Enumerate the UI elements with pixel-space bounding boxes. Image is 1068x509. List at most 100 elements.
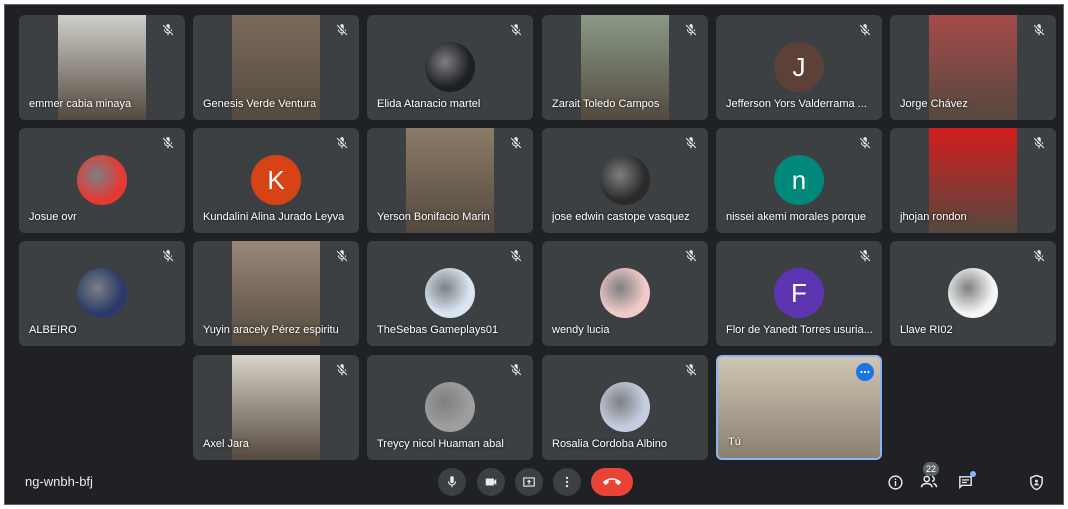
new-message-dot (970, 471, 976, 477)
mic-off-icon (684, 363, 698, 377)
participant-tile[interactable]: Yuyin aracely Pérez espiritu (193, 241, 359, 346)
more-options-icon[interactable] (856, 363, 874, 381)
profile-avatar (948, 268, 998, 318)
participant-tile[interactable]: Rosalia Cordoba Albino (542, 355, 708, 460)
participant-count-badge: 22 (923, 462, 939, 476)
participant-name: nissei akemi morales porque (726, 211, 867, 223)
participant-name: Treycy nicol Huaman abal (377, 438, 504, 450)
mic-off-icon (509, 363, 523, 377)
participant-tile[interactable]: Zarait Toledo Campos (542, 15, 708, 120)
mic-off-icon (684, 136, 698, 150)
end-call-button[interactable] (591, 468, 633, 496)
camera-icon (485, 478, 497, 486)
mic-off-icon (335, 136, 349, 150)
participant-tile[interactable]: Elida Atanacio martel (367, 15, 533, 120)
participant-tile[interactable]: K Kundalini Alina Jurado Leyva (193, 128, 359, 233)
mic-off-icon (335, 363, 349, 377)
participant-name: Axel Jara (203, 438, 249, 450)
meeting-details-button[interactable] (885, 472, 905, 492)
profile-avatar (600, 155, 650, 205)
participant-name: Llave RI02 (900, 324, 953, 336)
letter-avatar: n (774, 155, 824, 205)
end-call-icon (603, 478, 621, 485)
mic-off-icon (858, 23, 872, 37)
profile-avatar (77, 155, 127, 205)
mic-off-icon (509, 136, 523, 150)
participant-name: jose edwin castope vasquez (552, 211, 690, 223)
profile-avatar (425, 42, 475, 92)
avatar-letter: J (792, 51, 806, 82)
meet-window: emmer cabia minaya Genesis Verde Ventura E… (4, 4, 1064, 505)
participant-name: Yerson Bonifacio Marin (377, 211, 490, 223)
camera-button[interactable] (477, 468, 505, 496)
participant-name: jhojan rondon (900, 211, 967, 223)
microphone-button[interactable] (438, 468, 466, 496)
mic-off-icon (1032, 249, 1046, 263)
mic-off-icon (1032, 23, 1046, 37)
participant-tile[interactable]: ALBEIRO (19, 241, 185, 346)
meeting-code[interactable]: ng-wnbh-bfj (25, 474, 93, 489)
participant-tile[interactable]: Treycy nicol Huaman abal (367, 355, 533, 460)
mic-off-icon (1032, 136, 1046, 150)
participant-name: Jorge Chávez (900, 98, 968, 110)
profile-avatar (425, 382, 475, 432)
mic-off-icon (335, 23, 349, 37)
participant-tile[interactable]: n nissei akemi morales porque (716, 128, 882, 233)
profile-avatar (600, 268, 650, 318)
participant-tile[interactable]: Jorge Chávez (890, 15, 1056, 120)
participant-name: Yuyin aracely Pérez espiritu (203, 324, 339, 336)
mic-off-icon (161, 249, 175, 263)
mic-off-icon (509, 249, 523, 263)
participants-button[interactable]: 22 (919, 462, 939, 492)
participant-name: Flor de Yanedt Torres usuria... (726, 324, 873, 336)
participant-name: Tú (728, 436, 741, 448)
host-controls-button[interactable] (1026, 472, 1046, 492)
participant-name: emmer cabia minaya (29, 98, 132, 110)
info-icon (887, 474, 903, 490)
participant-tile[interactable]: Axel Jara (193, 355, 359, 460)
mic-off-icon (161, 136, 175, 150)
participant-tile[interactable]: Genesis Verde Ventura (193, 15, 359, 120)
participant-tile[interactable]: F Flor de Yanedt Torres usuria... (716, 241, 882, 346)
mic-off-icon (684, 23, 698, 37)
participant-name: Rosalia Cordoba Albino (552, 438, 667, 450)
participant-tile[interactable]: Josue ovr (19, 128, 185, 233)
present-screen-button[interactable] (515, 468, 543, 496)
participant-tile[interactable]: J Jefferson Yors Valderrama ... (716, 15, 882, 120)
chat-button[interactable] (955, 471, 976, 492)
self-tile[interactable]: Tú (716, 355, 882, 460)
profile-avatar (425, 268, 475, 318)
letter-avatar: J (774, 42, 824, 92)
participant-name: Zarait Toledo Campos (552, 98, 660, 110)
more-options-button[interactable] (553, 468, 581, 496)
participant-name: wendy lucia (552, 324, 610, 336)
mic-icon (447, 476, 457, 488)
avatar-letter: K (267, 164, 285, 195)
avatar-letter: F (791, 277, 807, 308)
participant-name: Elida Atanacio martel (377, 98, 481, 110)
participant-tile[interactable]: Llave RI02 (890, 241, 1056, 346)
avatar-letter: n (791, 164, 807, 195)
more-vert-icon (565, 476, 569, 488)
participant-tile[interactable]: emmer cabia minaya (19, 15, 185, 120)
letter-avatar: K (251, 155, 301, 205)
participant-tile[interactable]: jhojan rondon (890, 128, 1056, 233)
mic-off-icon (509, 23, 523, 37)
profile-avatar (77, 268, 127, 318)
participant-name: Genesis Verde Ventura (203, 98, 317, 110)
participant-name: TheSebas Gameplays01 (377, 324, 499, 336)
mic-off-icon (684, 249, 698, 263)
mic-off-icon (335, 249, 349, 263)
profile-avatar (600, 382, 650, 432)
participant-tile[interactable]: Yerson Bonifacio Marin (367, 128, 533, 233)
mic-off-icon (858, 249, 872, 263)
participant-tile[interactable]: TheSebas Gameplays01 (367, 241, 533, 346)
mic-off-icon (161, 23, 175, 37)
participant-tile[interactable]: jose edwin castope vasquez (542, 128, 708, 233)
bottom-bar: ng-wnbh-bfj 22 (5, 462, 1063, 504)
participant-name: ALBEIRO (29, 324, 77, 336)
participant-tile[interactable]: wendy lucia (542, 241, 708, 346)
participant-name: Josue ovr (29, 211, 77, 223)
participant-name: Jefferson Yors Valderrama ... (726, 98, 867, 110)
present-screen-icon (523, 477, 535, 487)
